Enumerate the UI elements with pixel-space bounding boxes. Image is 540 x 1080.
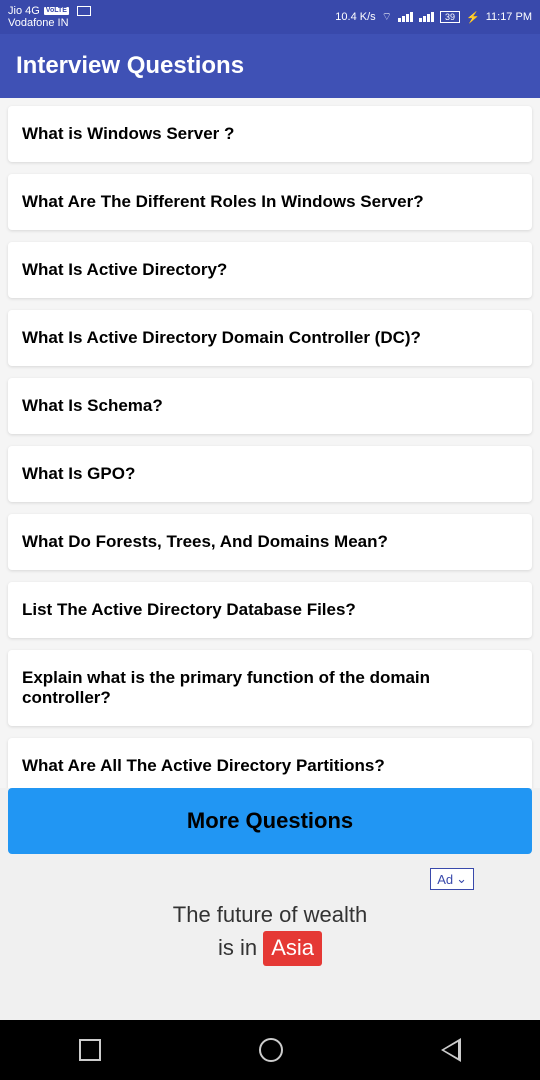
ad-line-2: is in Asia xyxy=(60,931,480,966)
status-right: 10.4 K/s ⌔ 39 ⚡ 11:17 PM xyxy=(335,10,532,24)
question-text: What Do Forests, Trees, And Domains Mean… xyxy=(22,532,388,551)
question-text: List The Active Directory Database Files… xyxy=(22,600,356,619)
question-text: What is Windows Server ? xyxy=(22,124,234,143)
charging-icon: ⚡ xyxy=(466,11,480,24)
clock: 11:17 PM xyxy=(486,11,532,23)
question-card[interactable]: Explain what is the primary function of … xyxy=(8,650,532,726)
network-speed: 10.4 K/s xyxy=(335,11,375,23)
question-card[interactable]: What Do Forests, Trees, And Domains Mean… xyxy=(8,514,532,570)
ad-text: The future of wealth is in Asia xyxy=(60,900,480,966)
mail-icon xyxy=(77,6,91,16)
carrier-2: Vodafone IN xyxy=(8,17,91,29)
question-text: What Are The Different Roles In Windows … xyxy=(22,192,424,211)
ad-badge-label: Ad xyxy=(437,872,453,887)
question-text: Explain what is the primary function of … xyxy=(22,668,430,707)
carrier-1: Jio 4G xyxy=(8,5,40,17)
volte-badge: VoLTE xyxy=(44,7,69,15)
question-text: What Is Schema? xyxy=(22,396,163,415)
question-card[interactable]: What Are The Different Roles In Windows … xyxy=(8,174,532,230)
question-card[interactable]: What is Windows Server ? xyxy=(8,106,532,162)
ad-badge[interactable]: Ad ⌄ xyxy=(430,868,474,890)
question-text: What Is Active Directory? xyxy=(22,260,227,279)
navigation-bar xyxy=(0,1020,540,1080)
status-left: Jio 4G VoLTE Vodafone IN xyxy=(8,5,91,29)
signal-icon-1 xyxy=(398,12,413,22)
question-card[interactable]: List The Active Directory Database Files… xyxy=(8,582,532,638)
question-card[interactable]: What Is Active Directory? xyxy=(8,242,532,298)
ad-highlight: Asia xyxy=(263,931,322,966)
question-list[interactable]: What is Windows Server ? What Are The Di… xyxy=(0,98,540,788)
app-bar: Interview Questions xyxy=(0,34,540,98)
wifi-icon: ⌔ xyxy=(382,10,392,24)
back-button[interactable] xyxy=(441,1038,461,1062)
question-text: What Is Active Directory Domain Controll… xyxy=(22,328,421,347)
status-bar: Jio 4G VoLTE Vodafone IN 10.4 K/s ⌔ 39 ⚡… xyxy=(0,0,540,34)
signal-icon-2 xyxy=(419,12,434,22)
page-title: Interview Questions xyxy=(16,52,244,79)
question-card[interactable]: What Is Active Directory Domain Controll… xyxy=(8,310,532,366)
battery-indicator: 39 xyxy=(440,11,460,23)
home-button[interactable] xyxy=(259,1038,283,1062)
ad-line-1: The future of wealth xyxy=(60,900,480,931)
more-questions-button[interactable]: More Questions xyxy=(8,788,532,854)
chevron-down-icon: ⌄ xyxy=(456,871,467,887)
question-text: What Are All The Active Directory Partit… xyxy=(22,756,385,775)
question-card[interactable]: What Is GPO? xyxy=(8,446,532,502)
question-card[interactable]: What Is Schema? xyxy=(8,378,532,434)
question-card[interactable]: What Are All The Active Directory Partit… xyxy=(8,738,532,788)
recent-apps-button[interactable] xyxy=(79,1039,101,1061)
question-text: What Is GPO? xyxy=(22,464,135,483)
more-button-label: More Questions xyxy=(187,808,353,833)
ad-banner[interactable]: Ad ⌄ The future of wealth is in Asia xyxy=(60,862,480,992)
